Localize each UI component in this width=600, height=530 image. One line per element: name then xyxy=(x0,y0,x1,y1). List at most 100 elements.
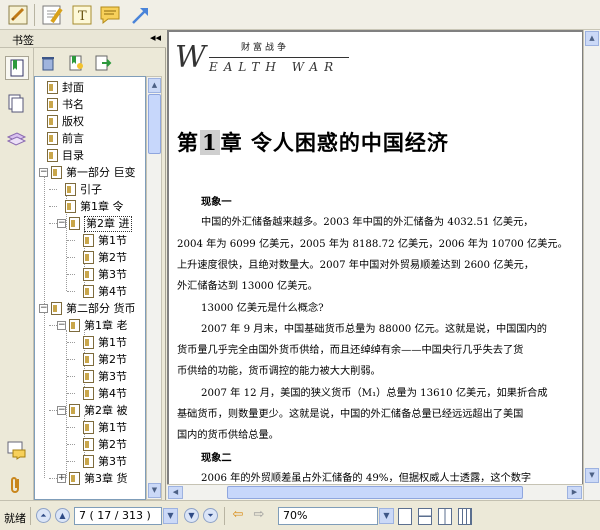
page-scroll-up-icon[interactable]: ▲ xyxy=(585,31,599,46)
bookmark-properties-icon[interactable] xyxy=(94,54,112,72)
bookmark-page-icon xyxy=(51,166,62,179)
tree-connector xyxy=(67,342,75,343)
bookmark-item[interactable]: 第1节 xyxy=(35,232,145,249)
bookmark-item[interactable]: − 第一部分 巨变 xyxy=(35,164,145,181)
bookmark-item[interactable]: 第2节 xyxy=(35,351,145,368)
bookmark-item[interactable]: − 第二部分 货币 xyxy=(35,300,145,317)
scroll-down-icon[interactable]: ▼ xyxy=(148,483,161,498)
bookmark-item[interactable]: 第4节 xyxy=(35,385,145,402)
bookmark-item[interactable]: 前言 xyxy=(35,130,145,147)
bookmark-item[interactable]: − 第2章 进 xyxy=(35,215,145,232)
collapse-icon[interactable]: − xyxy=(39,304,48,313)
scroll-up-icon[interactable]: ▲ xyxy=(148,78,161,93)
logo-rule xyxy=(209,57,349,58)
section-heading: 现象一 xyxy=(201,196,232,208)
attachments-tab-icon[interactable] xyxy=(5,474,29,498)
bookmark-item[interactable]: − 第1章 老 xyxy=(35,317,145,334)
collapse-icon[interactable]: − xyxy=(39,168,48,177)
logo-subtitle: EALTH WAR xyxy=(209,60,340,74)
last-page-icon[interactable]: ⏷ xyxy=(203,508,218,523)
bookmark-label: 第2节 xyxy=(98,353,127,366)
forward-icon[interactable]: ⇨ xyxy=(251,508,267,524)
bookmark-item[interactable]: 第4节 xyxy=(35,283,145,300)
continuous-facing-view-icon[interactable] xyxy=(458,508,472,525)
highlight-tool-icon[interactable] xyxy=(40,3,64,27)
bookmark-item[interactable]: 版权 xyxy=(35,113,145,130)
delete-bookmark-icon[interactable] xyxy=(39,54,57,72)
arrow-tool-icon[interactable] xyxy=(128,3,152,27)
zoom-dropdown-icon[interactable]: ▼ xyxy=(379,508,394,524)
svg-text:T: T xyxy=(78,9,87,24)
page-dropdown-icon[interactable]: ▼ xyxy=(163,508,178,524)
bookmark-item[interactable]: 第1节 xyxy=(35,334,145,351)
single-page-view-icon[interactable] xyxy=(398,508,412,525)
first-page-icon[interactable]: ⏶ xyxy=(36,508,51,523)
back-icon[interactable]: ⇦ xyxy=(230,508,246,524)
annotation-toolbar: T xyxy=(0,0,600,30)
next-page-icon[interactable]: ▼ xyxy=(184,508,199,523)
bookmark-page-icon xyxy=(69,404,80,417)
select-text-tool-icon[interactable] xyxy=(6,3,30,27)
bookmark-page-icon xyxy=(83,251,94,264)
bookmark-item[interactable]: 第1节 xyxy=(35,419,145,436)
previous-page-icon[interactable]: ▲ xyxy=(55,508,70,523)
bookmark-item[interactable]: 书名 xyxy=(35,96,145,113)
page-count-text: ( 17 / 313 ) xyxy=(89,509,151,522)
bookmark-page-icon xyxy=(47,98,58,111)
page-scroll-down-icon[interactable]: ▼ xyxy=(585,468,599,483)
bookmark-item[interactable]: 第2节 xyxy=(35,249,145,266)
zoom-field[interactable]: 70% xyxy=(278,507,378,525)
status-bar: 就绪 ⏶ ▲ 7 ( 17 / 313 ) ▼ ▼ ⏷ ⇦ ⇨ 70% ▼ xyxy=(0,500,600,530)
tree-connector xyxy=(49,206,57,207)
bookmark-page-icon xyxy=(83,438,94,451)
paragraph-line: 基础货币，则数量更少。这就是说，中国的外汇储备总量已经远远超出了美国 xyxy=(177,409,524,420)
collapse-panel-icon[interactable]: ◂◂ xyxy=(150,31,161,44)
comments-tab-icon[interactable] xyxy=(5,438,29,462)
facing-view-icon[interactable] xyxy=(438,508,452,525)
chapter-suffix: 章 令人困惑的中国经济 xyxy=(220,130,449,155)
bookmark-page-icon xyxy=(83,353,94,366)
horizontal-scrollbar[interactable]: ◀ ▶ xyxy=(167,484,583,500)
bookmark-item[interactable]: 第3节 xyxy=(35,453,145,470)
collapse-icon[interactable]: − xyxy=(57,219,66,228)
bookmark-label: 第3章 货 xyxy=(84,472,128,485)
current-page-value: 7 xyxy=(79,509,86,522)
text-box-tool-icon[interactable]: T xyxy=(70,3,94,27)
paragraph-line: 币供给的功能，货币调控的能力被大大削弱。 xyxy=(177,366,381,378)
bookmark-page-icon xyxy=(83,285,94,298)
scroll-right-icon[interactable]: ▶ xyxy=(567,486,582,499)
note-tool-icon[interactable] xyxy=(98,3,122,27)
bookmark-item[interactable]: − 第2章 被 xyxy=(35,402,145,419)
scroll-left-icon[interactable]: ◀ xyxy=(168,486,183,499)
expand-icon[interactable]: + xyxy=(57,474,66,483)
bookmark-item[interactable]: 第1章 令 xyxy=(35,198,145,215)
bookmarks-tab-icon[interactable] xyxy=(5,56,29,80)
page-number-field[interactable]: 7 ( 17 / 313 ) xyxy=(74,507,162,525)
bookmark-item[interactable]: 封面 xyxy=(35,79,145,96)
scroll-thumb[interactable] xyxy=(148,94,161,154)
toolbar-separator xyxy=(34,4,35,26)
bookmark-page-icon xyxy=(83,268,94,281)
chapter-prefix: 第 xyxy=(177,130,199,155)
bookmark-item[interactable]: + 第3章 货 xyxy=(35,470,145,487)
tree-connector xyxy=(49,223,57,224)
horizontal-scroll-thumb[interactable] xyxy=(227,486,523,499)
add-bookmark-icon[interactable] xyxy=(67,54,85,72)
bookmark-item[interactable]: 第3节 xyxy=(35,266,145,283)
collapse-icon[interactable]: − xyxy=(57,321,66,330)
bookmark-item[interactable]: 第3节 xyxy=(35,368,145,385)
tree-connector xyxy=(49,189,57,190)
collapse-icon[interactable]: − xyxy=(57,406,66,415)
bookmark-label: 第2章 进 xyxy=(84,216,132,232)
vertical-scrollbar[interactable]: ▲ ▼ xyxy=(583,30,600,500)
layers-tab-icon[interactable] xyxy=(5,128,29,152)
bookmark-page-icon xyxy=(47,149,58,162)
bookmark-tree-scrollbar[interactable]: ▲ ▼ xyxy=(146,76,162,500)
bookmark-page-icon xyxy=(69,472,80,485)
pages-tab-icon[interactable] xyxy=(5,92,29,116)
bookmark-item[interactable]: 第2节 xyxy=(35,436,145,453)
bookmark-item[interactable]: 引子 xyxy=(35,181,145,198)
continuous-view-icon[interactable] xyxy=(418,508,432,525)
book-logo: W 财富战争 EALTH WAR xyxy=(175,38,349,78)
bookmark-item[interactable]: 目录 xyxy=(35,147,145,164)
